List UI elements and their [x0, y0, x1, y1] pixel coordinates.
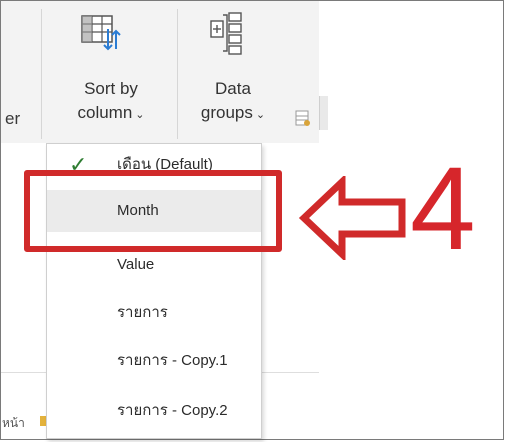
sort-by-column-icon [81, 15, 121, 51]
menu-item-rai-kan-copy1[interactable]: รายการ - Copy.1 [47, 340, 261, 382]
menu-item-label: รายการ - Copy.2 [117, 402, 228, 419]
sort-by-line2: column [77, 103, 133, 122]
highlight-box [24, 170, 282, 252]
sort-by-line1: Sort by [84, 79, 138, 98]
menu-item-label: รายการ - Copy.1 [117, 352, 228, 369]
partial-ribbon-label: er [5, 109, 21, 128]
ribbon: er Sort by column ⌄ Data groups ⌄ [1, 1, 319, 143]
chevron-down-icon: ⌄ [135, 109, 145, 121]
ribbon-separator [41, 9, 42, 139]
menu-item-label: รายการ [117, 304, 168, 321]
small-table-icon[interactable] [295, 109, 311, 127]
chevron-down-icon: ⌄ [255, 109, 266, 121]
data-groups-line1: Data [215, 79, 251, 98]
ribbon-edge [319, 96, 328, 130]
partial-tab-label: หน้า [2, 416, 25, 430]
menu-item-rai-kan[interactable]: รายการ [47, 292, 261, 334]
step-number: 4 [410, 143, 476, 275]
ribbon-separator [177, 9, 178, 139]
canvas-area [319, 1, 503, 143]
left-arrow-icon [298, 176, 406, 260]
menu-item-rai-kan-copy2[interactable]: รายการ - Copy.2 [47, 390, 261, 432]
data-groups-icon [210, 12, 242, 55]
data-groups-line2: groups [200, 103, 253, 122]
